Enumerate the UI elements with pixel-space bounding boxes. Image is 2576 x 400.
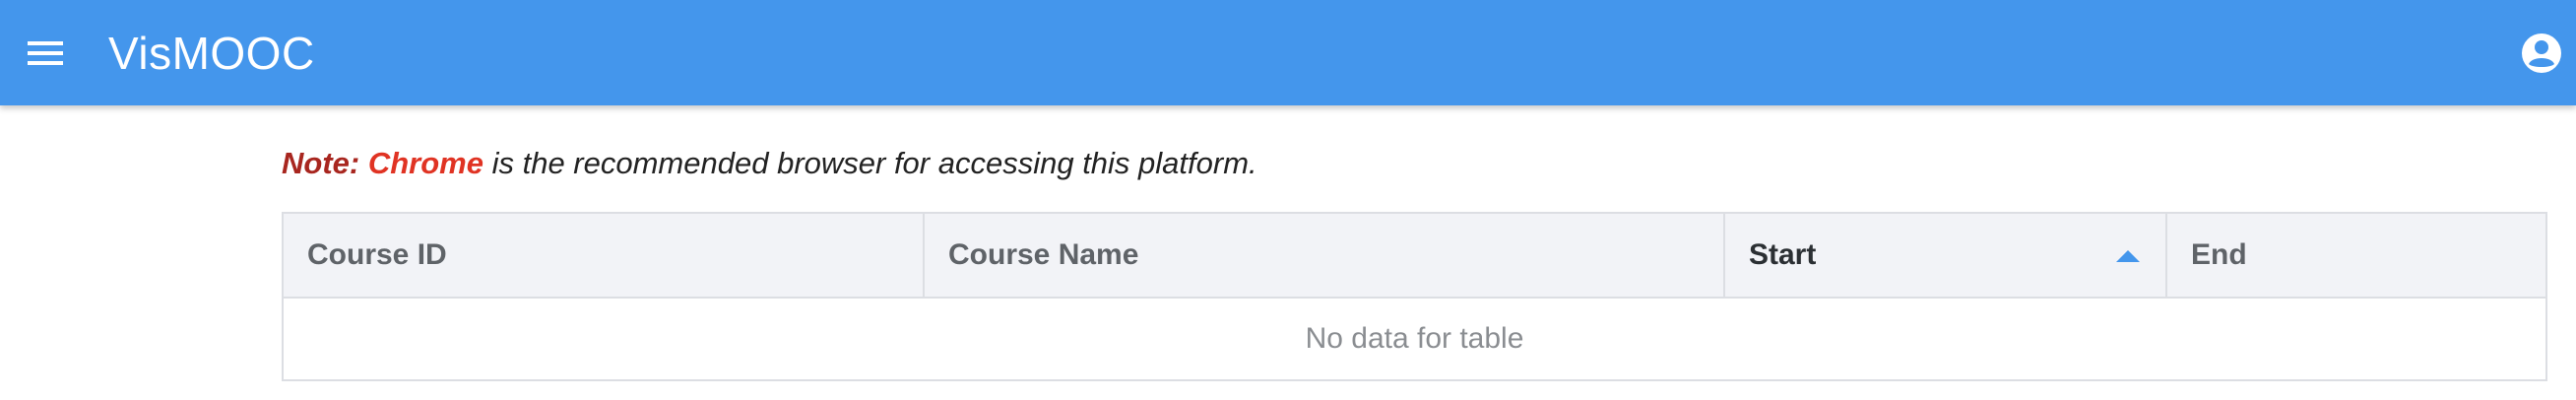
browser-note: Note: Chrome is the recommended browser … — [282, 144, 1257, 183]
empty-table-message: No data for table — [1305, 322, 1524, 355]
account-button[interactable] — [2516, 28, 2567, 79]
note-label: Note: — [282, 146, 360, 180]
sort-ascending-icon — [2116, 250, 2140, 262]
column-header-end[interactable]: End — [2167, 214, 2545, 297]
column-header-start[interactable]: Start — [1725, 214, 2167, 297]
column-header-course-id[interactable]: Course ID — [284, 214, 925, 297]
app-bar: VisMOOC — [0, 0, 2576, 105]
note-message: is the recommended browser for accessing… — [483, 146, 1257, 180]
menu-button[interactable] — [22, 30, 69, 77]
app-title: VisMOOC — [108, 28, 315, 79]
column-header-course-name[interactable]: Course Name — [925, 214, 1725, 297]
hamburger-menu-icon — [28, 41, 63, 65]
note-browser-name: Chrome — [367, 146, 483, 180]
table-header: Course ID Course Name Start End — [284, 214, 2545, 299]
course-table: Course ID Course Name Start End No data … — [282, 212, 2547, 381]
account-circle-icon — [2522, 33, 2561, 73]
column-header-start-label: Start — [1749, 238, 1817, 271]
